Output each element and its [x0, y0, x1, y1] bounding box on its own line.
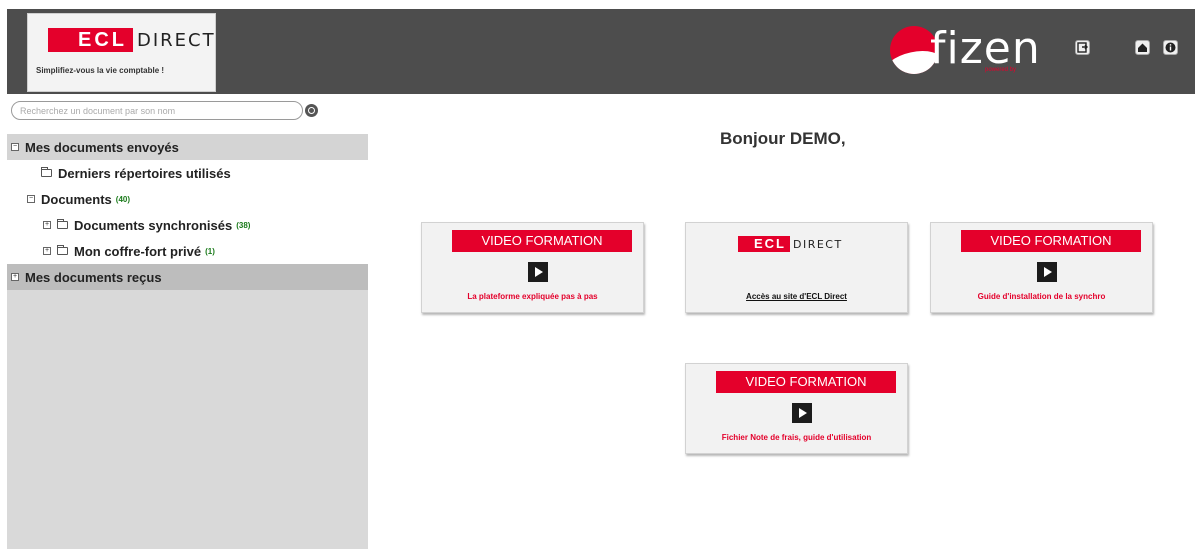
- home-icon[interactable]: [1135, 40, 1150, 55]
- tree-item-received[interactable]: + Mes documents reçus: [7, 264, 368, 290]
- video-formation-banner: VIDEO FORMATION: [961, 230, 1141, 252]
- tree-label: Mes documents reçus: [25, 269, 162, 285]
- tree-label: Mes documents envoyés: [25, 139, 179, 155]
- ecl-direct-logo[interactable]: ECL DIRECT Simplifiez-vous la vie compta…: [27, 13, 216, 92]
- ecl-logo-mark: ECL DIRECT: [48, 28, 216, 52]
- tree-item-recent-folders[interactable]: Derniers répertoires utilisés: [7, 160, 368, 186]
- logo-tagline: Simplifiez-vous la vie comptable !: [36, 66, 165, 75]
- folder-icon: [57, 219, 68, 229]
- ecl-direct-site-card[interactable]: ECL DIRECT Accès au site d'ECL Direct: [685, 222, 908, 313]
- collapse-icon[interactable]: −: [11, 143, 19, 151]
- fizen-subtitle: powered by: [985, 67, 1017, 73]
- tree-label: Documents: [41, 191, 112, 207]
- tree-label: Documents synchronisés: [74, 217, 233, 233]
- greeting: Bonjour DEMO,: [720, 129, 846, 148]
- sidebar: − Mes documents envoyés Derniers réperto…: [7, 94, 368, 549]
- tree-item-sent[interactable]: − Mes documents envoyés: [7, 134, 368, 160]
- video-formation-banner: VIDEO FORMATION: [716, 371, 896, 393]
- tree-item-documents[interactable]: − Documents (40): [7, 186, 368, 212]
- tree-item-vault[interactable]: + Mon coffre-fort privé (1): [7, 238, 368, 264]
- search-bar: [7, 94, 368, 134]
- logo-dark-text: DIRECT: [137, 29, 216, 51]
- play-icon[interactable]: [528, 262, 548, 282]
- recent-folder-icon: [41, 167, 52, 177]
- ecl-direct-logo-small: ECL DIRECT: [738, 236, 843, 252]
- expand-icon[interactable]: +: [43, 247, 51, 255]
- expand-icon[interactable]: +: [11, 273, 19, 281]
- logo-red-text: ECL: [738, 236, 790, 252]
- video-card-sync-install[interactable]: VIDEO FORMATION Guide d'installation de …: [930, 222, 1153, 313]
- tree-label: Derniers répertoires utilisés: [58, 165, 231, 181]
- document-count: (1): [205, 246, 215, 256]
- play-icon[interactable]: [1037, 262, 1057, 282]
- document-tree: − Mes documents envoyés Derniers réperto…: [7, 134, 368, 290]
- logo-red-text: ECL: [48, 28, 133, 52]
- collapse-icon[interactable]: −: [27, 195, 35, 203]
- card-caption[interactable]: La plateforme expliquée pas à pas: [422, 292, 643, 301]
- tree-label: Mon coffre-fort privé: [74, 243, 202, 259]
- search-input[interactable]: [11, 101, 303, 120]
- app-header: ECL DIRECT Simplifiez-vous la vie compta…: [7, 9, 1195, 94]
- video-card-expense-notes[interactable]: VIDEO FORMATION Fichier Note de frais, g…: [685, 363, 908, 454]
- search-icon[interactable]: [305, 104, 318, 117]
- info-icon[interactable]: [1163, 40, 1178, 55]
- document-count: (38): [236, 220, 251, 230]
- tree-item-synced[interactable]: + Documents synchronisés (38): [7, 212, 368, 238]
- logo-dark-text: DIRECT: [793, 237, 843, 251]
- card-caption[interactable]: Fichier Note de frais, guide d'utilisati…: [686, 433, 907, 442]
- sidebar-empty-area: [7, 298, 368, 549]
- video-card-platform[interactable]: VIDEO FORMATION La plateforme expliquée …: [421, 222, 644, 313]
- video-formation-banner: VIDEO FORMATION: [452, 230, 632, 252]
- card-caption[interactable]: Guide d'installation de la synchro: [931, 292, 1152, 301]
- export-icon[interactable]: [1075, 40, 1090, 55]
- play-icon[interactable]: [792, 403, 812, 423]
- card-caption-link[interactable]: Accès au site d'ECL Direct: [686, 292, 907, 301]
- expand-icon[interactable]: +: [43, 221, 51, 229]
- fizen-logo: fizen powered by: [890, 17, 1100, 85]
- folder-icon: [57, 245, 68, 255]
- document-count: (40): [115, 194, 131, 204]
